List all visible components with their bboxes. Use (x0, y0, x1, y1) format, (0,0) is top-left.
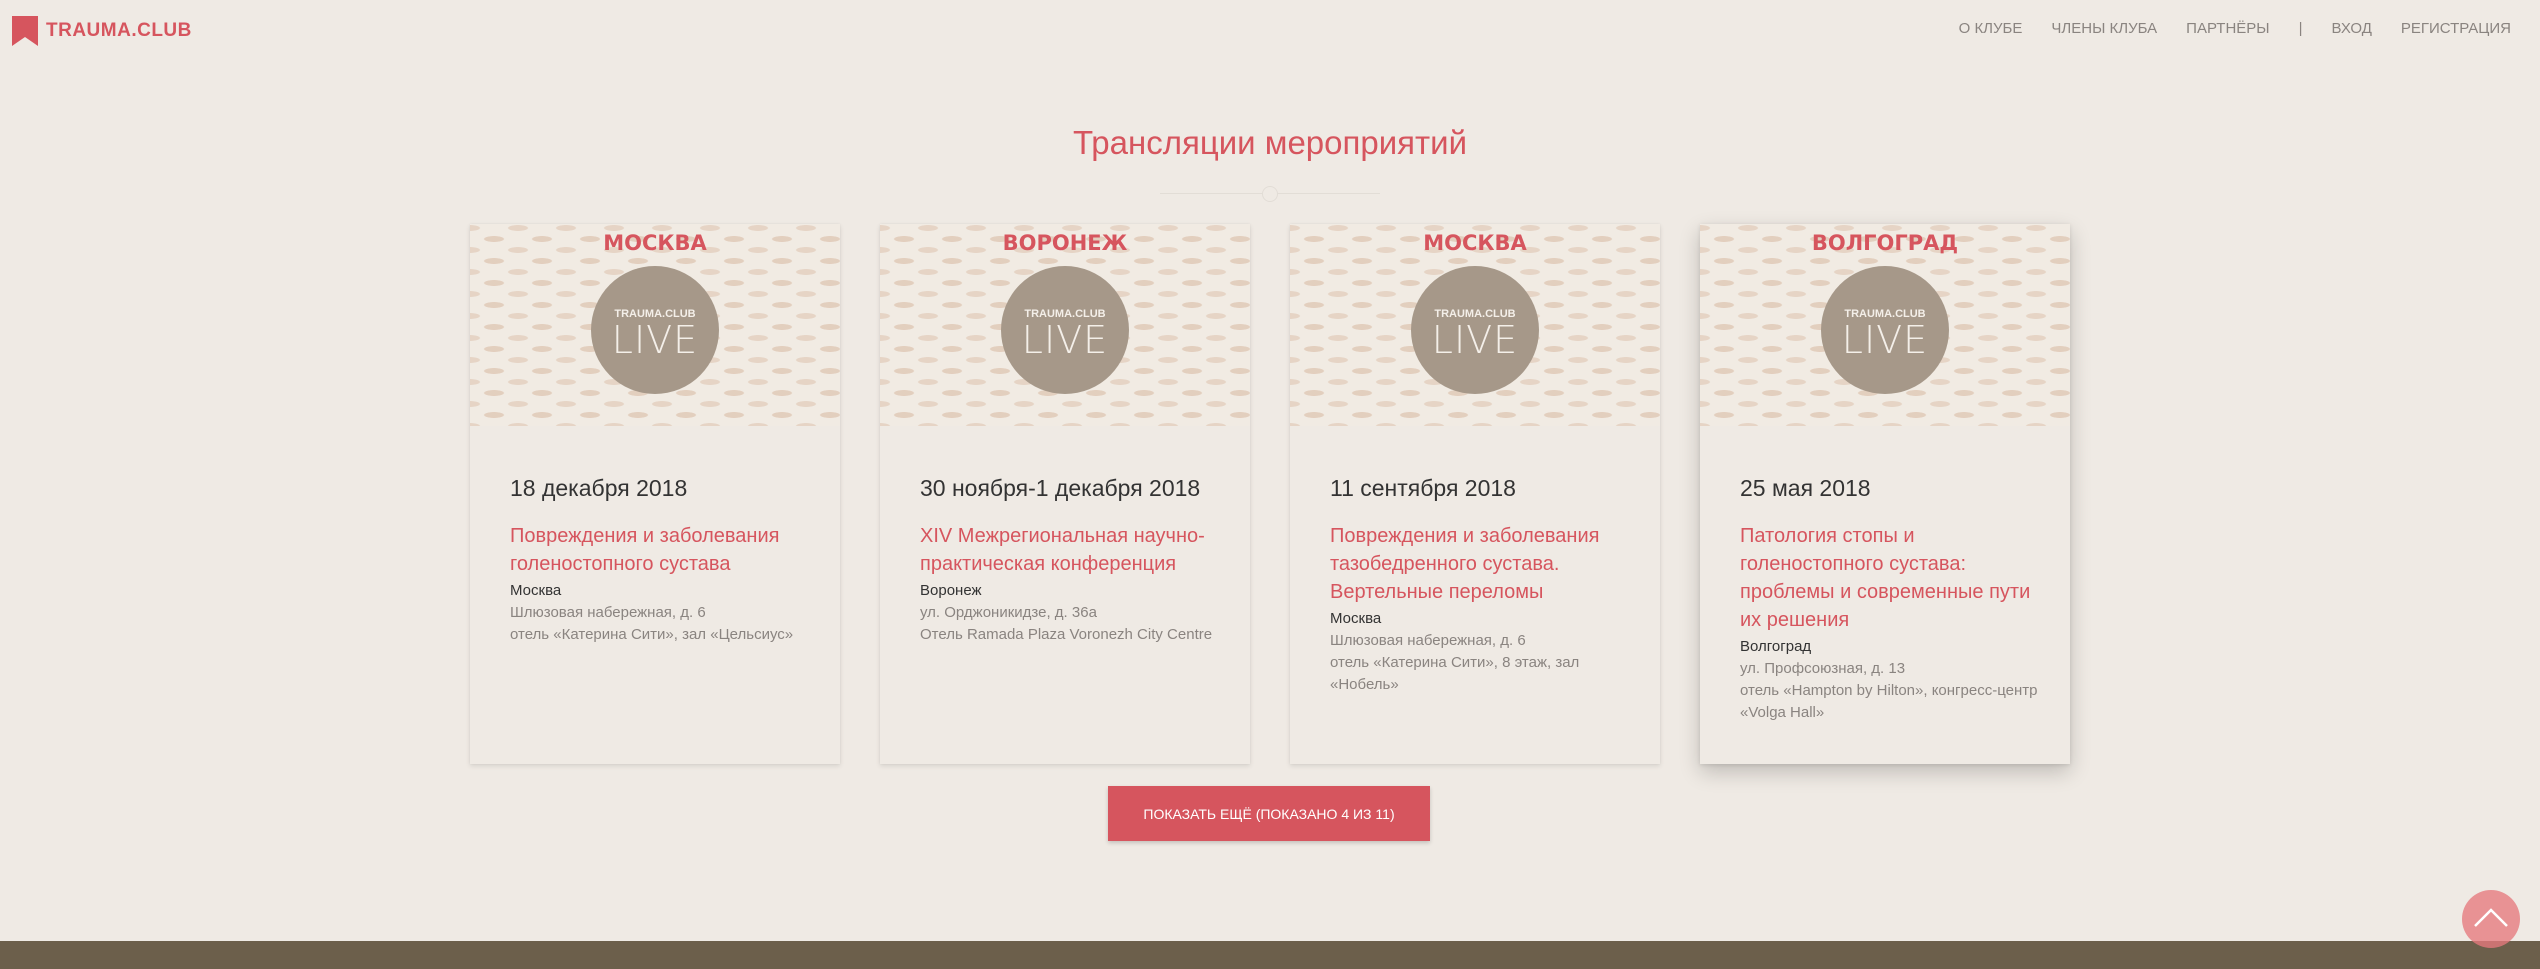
event-date: 18 декабря 2018 (510, 475, 688, 501)
live-badge-text: LIVE (611, 318, 699, 362)
event-card[interactable]: МОСКВА TRAUMA.CLUB LIVE 11 сентября 2018… (1290, 224, 1660, 764)
title-divider-dot (1262, 186, 1278, 202)
bookmark-icon (12, 16, 38, 46)
event-title-link[interactable]: XIV Межрегиональная научно-практическая … (920, 522, 1220, 578)
live-badge-text: LIVE (1021, 318, 1109, 362)
live-badge: TRAUMA.CLUB LIVE (1001, 266, 1129, 394)
event-address: Шлюзовая набережная, д. 6 (510, 604, 706, 621)
banner-city: МОСКВА (603, 231, 707, 255)
banner-city: ВОЛГОГРАД (1811, 231, 1959, 255)
nav-link-partners[interactable]: ПАРТНЁРЫ (2186, 20, 2269, 37)
event-city: Москва (510, 582, 562, 599)
nav-link-login[interactable]: ВХОД (2332, 20, 2372, 37)
event-title-link[interactable]: Повреждения и заболевания тазобедренного… (1330, 522, 1630, 606)
event-date: 30 ноября-1 декабря 2018 (920, 475, 1201, 501)
event-banner[interactable]: ВОРОНЕЖ TRAUMA.CLUB LIVE (880, 224, 1250, 426)
event-venue: отель «Катерина Сити», зал «Цельсиус» (510, 626, 794, 643)
scroll-to-top-button[interactable] (2462, 890, 2520, 948)
show-more-button[interactable]: ПОКАЗАТЬ ЕЩЁ (ПОКАЗАНО 4 ИЗ 11) (1108, 786, 1430, 841)
event-date: 25 мая 2018 (1740, 475, 1871, 501)
event-card-body: 25 мая 2018 Патология стопы и голеностоп… (1740, 474, 2040, 724)
event-card-body: 11 сентября 2018 Повреждения и заболеван… (1330, 474, 1630, 696)
nav-separator: | (2298, 20, 2303, 37)
event-banner[interactable]: МОСКВА TRAUMA.CLUB LIVE (1290, 224, 1660, 426)
event-title-link[interactable]: Повреждения и заболевания голеностопного… (510, 522, 810, 578)
live-badge-text: LIVE (1431, 318, 1519, 362)
live-badge: TRAUMA.CLUB LIVE (1411, 266, 1539, 394)
event-venue: отель «Hampton by Hilton», конгресс-цент… (1740, 682, 2038, 721)
event-banner[interactable]: МОСКВА TRAUMA.CLUB LIVE (470, 224, 840, 426)
event-city: Волгоград (1740, 638, 1812, 655)
chevron-up-icon (2474, 908, 2508, 927)
banner-city: ВОРОНЕЖ (1002, 231, 1128, 255)
event-city: Москва (1330, 610, 1382, 627)
event-address: ул. Профсоюзная, д. 13 (1740, 660, 1906, 677)
event-city: Воронеж (920, 582, 982, 599)
live-badge-text: LIVE (1841, 318, 1929, 362)
nav-link-register[interactable]: РЕГИСТРАЦИЯ (2401, 20, 2511, 37)
site-logo[interactable]: TRAUMA.CLUB (12, 16, 192, 46)
banner-city: МОСКВА (1423, 231, 1527, 255)
nav-link-about[interactable]: О КЛУБЕ (1959, 20, 2023, 37)
event-card[interactable]: ВОЛГОГРАД TRAUMA.CLUB LIVE 25 мая 2018 П… (1700, 224, 2070, 764)
event-address: Шлюзовая набережная, д. 6 (1330, 632, 1526, 649)
main-nav: О КЛУБЕ ЧЛЕНЫ КЛУБА ПАРТНЁРЫ | ВХОД РЕГИ… (1959, 20, 2540, 37)
footer-bar (0, 941, 2540, 969)
event-date: 11 сентября 2018 (1330, 475, 1516, 501)
event-card-body: 30 ноября-1 декабря 2018 XIV Межрегионал… (920, 474, 1220, 646)
logo-text: TRAUMA.CLUB (46, 20, 192, 41)
event-venue: Отель Ramada Plaza Voronezh City Centre (920, 626, 1213, 643)
event-address: ул. Орджоникидзе, д. 36а (920, 604, 1097, 621)
nav-link-members[interactable]: ЧЛЕНЫ КЛУБА (2051, 20, 2157, 37)
event-banner[interactable]: ВОЛГОГРАД TRAUMA.CLUB LIVE (1700, 224, 2070, 426)
event-venue: отель «Катерина Сити», 8 этаж, зал «Нобе… (1330, 654, 1580, 693)
live-badge: TRAUMA.CLUB LIVE (591, 266, 719, 394)
event-title-link[interactable]: Патология стопы и голеностопного сустава… (1740, 522, 2040, 634)
event-card[interactable]: ВОРОНЕЖ TRAUMA.CLUB LIVE 30 ноября-1 дек… (880, 224, 1250, 764)
live-badge: TRAUMA.CLUB LIVE (1821, 266, 1949, 394)
page-title: Трансляции мероприятий (1072, 124, 1468, 161)
event-card-body: 18 декабря 2018 Повреждения и заболевани… (510, 474, 810, 646)
event-card[interactable]: МОСКВА TRAUMA.CLUB LIVE 18 декабря 2018 … (470, 224, 840, 764)
